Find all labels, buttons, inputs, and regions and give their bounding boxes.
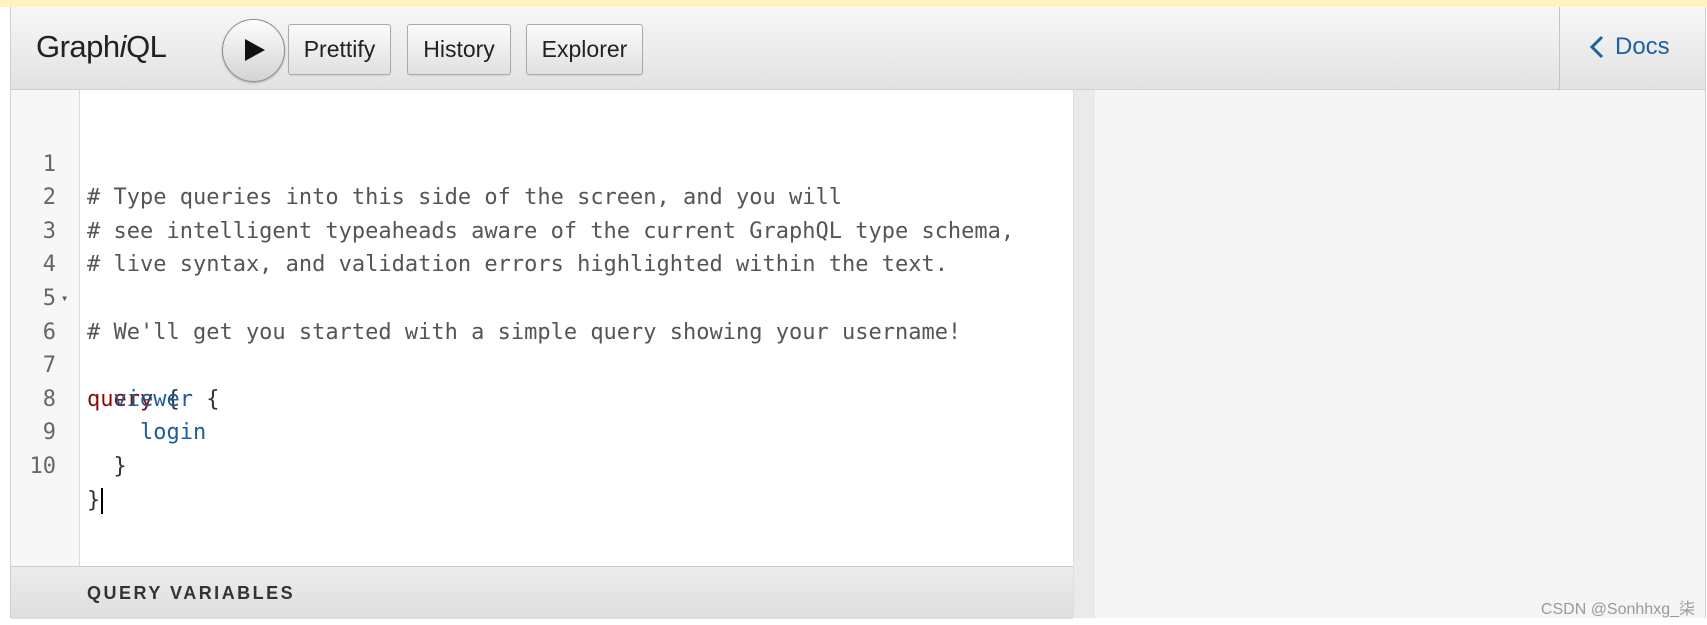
query-variables-bar[interactable]: QUERY VARIABLES: [11, 566, 1073, 619]
code-line: 8 login: [11, 349, 1051, 446]
query-variables-title: QUERY VARIABLES: [87, 583, 296, 603]
code-line: 6 ▾ query {: [11, 282, 1051, 412]
code-line: 2 # see intelligent typeaheads aware of …: [11, 148, 1051, 244]
code-line: 3 # live syntax, and validation errors h…: [11, 181, 1051, 278]
editor-resize-handle[interactable]: [1073, 90, 1096, 618]
fold-toggle-icon[interactable]: ▾: [61, 282, 68, 316]
explorer-button[interactable]: Explorer: [526, 24, 643, 75]
logo-prefix: Graph: [36, 29, 120, 64]
execute-query-button[interactable]: [222, 19, 285, 82]
close-brace: }: [87, 487, 101, 513]
docs-link[interactable]: Docs: [1590, 33, 1670, 61]
text-cursor: [101, 487, 104, 514]
code-line: 1 # Type queries into this side of the s…: [11, 114, 1051, 211]
code-line: 10 }: [11, 416, 1051, 514]
code-line: 4: [11, 215, 1051, 277]
code-line: 5 # We'll get you started with a simple …: [11, 248, 1051, 345]
graphiql-app: GraphiQL Prettify History Explorer Docs …: [10, 7, 1706, 619]
query-editor[interactable]: 1 # Type queries into this side of the s…: [11, 90, 1073, 619]
code-content: }: [87, 484, 104, 518]
top-banner-strip: [0, 0, 1707, 7]
logo-suffix: QL: [126, 29, 167, 64]
results-pane: [1095, 90, 1705, 618]
prettify-button[interactable]: Prettify: [288, 24, 391, 75]
watermark: CSDN @Sonhhxg_柒: [1540, 601, 1695, 618]
docs-label: Docs: [1615, 33, 1670, 60]
toolbar: GraphiQL Prettify History Explorer Docs: [11, 7, 1705, 90]
play-icon: [245, 39, 265, 61]
graphiql-logo: GraphiQL: [36, 29, 167, 65]
chevron-left-icon: [1590, 35, 1604, 59]
history-button[interactable]: History: [407, 24, 511, 75]
code-line: 7 viewer {: [11, 316, 1051, 412]
code-line: 9 }: [11, 383, 1051, 479]
line-number: 10: [29, 453, 57, 479]
docs-panel-toggle: Docs: [1559, 7, 1706, 89]
code-lines: 1 # Type queries into this side of the s…: [11, 114, 1051, 514]
